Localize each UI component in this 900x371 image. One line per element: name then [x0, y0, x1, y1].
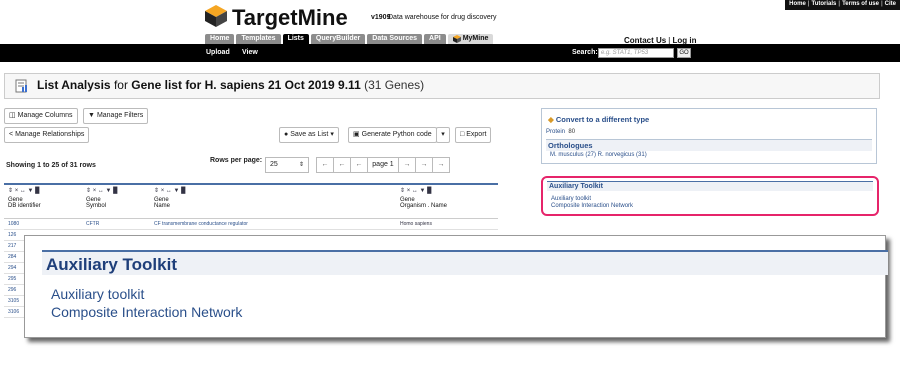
save-as-list-button[interactable]: ● Save as List ▾ — [279, 127, 339, 143]
generate-python-dropdown[interactable]: ▾ — [436, 127, 450, 143]
mymine-icon — [452, 35, 461, 43]
column-controls-icon[interactable]: ⇕ × ↔ ▼ █ — [86, 187, 146, 194]
manage-filters-button[interactable]: ▼ Manage Filters — [83, 108, 149, 124]
manage-filters-label: Manage Filters — [96, 112, 144, 119]
site-header: TargetMine v1909 Data warehouse for drug… — [0, 0, 900, 45]
tab-mymine[interactable]: MyMine — [447, 34, 494, 44]
top-link-home[interactable]: Home — [789, 1, 806, 9]
page-title: List Analysis for Gene list for H. sapie… — [37, 78, 424, 92]
filter-icon: ▼ — [88, 112, 95, 119]
main-tabs: Home Templates Lists QueryBuilder Data S… — [205, 34, 494, 44]
tab-lists[interactable]: Lists — [282, 34, 309, 44]
column-controls-icon[interactable]: ⇕ × ↔ ▼ █ — [154, 187, 392, 194]
manage-relationships-button[interactable]: < Manage Relationships — [4, 127, 90, 143]
save-icon: ● — [284, 131, 289, 138]
caret-down-icon: ▾ — [441, 131, 445, 138]
manage-relationships-label: Manage Relationships — [15, 131, 85, 138]
tab-data-sources[interactable]: Data Sources — [367, 34, 423, 44]
convert-icon: ◆ — [548, 115, 554, 124]
tab-templates[interactable]: Templates — [236, 34, 281, 44]
zoom-composite-network-link[interactable]: Composite Interaction Network — [51, 304, 242, 320]
code-icon: ▣ — [353, 131, 360, 138]
columns-icon: ◫ — [9, 112, 16, 119]
tab-api[interactable]: API — [424, 34, 446, 44]
share-icon: < — [9, 131, 14, 138]
composite-network-link[interactable]: Composite Interaction Network — [551, 203, 633, 209]
top-link-terms[interactable]: Terms of use — [842, 1, 879, 9]
page-indicator: page 1 — [367, 157, 399, 173]
table-cell[interactable]: 1080 — [4, 219, 82, 229]
top-links: Home | Tutorials | Terms of use | Cite — [785, 0, 900, 10]
top-link-cite[interactable]: Cite — [885, 1, 896, 9]
brand-name[interactable]: TargetMine — [232, 5, 348, 31]
pagination: ← ← ← page 1 → → → — [316, 157, 450, 173]
showing-rows: Showing 1 to 25 of 31 rows — [6, 162, 96, 169]
tab-querybuilder[interactable]: QueryBuilder — [310, 34, 366, 44]
table-row: 1080 CFTR CF transmembrane conductance reg… — [4, 219, 498, 230]
subnav-view[interactable]: View — [242, 49, 258, 56]
title-list-name: Gene list for H. sapiens 21 Oct 2019 9.1… — [131, 78, 361, 92]
save-as-list-label: Save as List — [290, 131, 329, 138]
rows-per-page-value: 25 — [270, 161, 278, 168]
rows-per-page-select[interactable]: 25 ⇕ — [265, 157, 309, 173]
targetmine-logo-icon — [205, 5, 227, 27]
aux-toolkit-link[interactable]: Auxiliary toolkit — [551, 196, 591, 202]
subnav-upload[interactable]: Upload — [206, 49, 230, 56]
table-cell[interactable]: CFTR — [82, 219, 150, 229]
export-button[interactable]: □ Export — [455, 127, 492, 143]
title-for: for — [113, 78, 128, 92]
rows-per-page-label: Rows per page: — [210, 157, 263, 164]
page-root: TargetMine v1909 Data warehouse for drug… — [0, 0, 900, 371]
column-header[interactable]: ⇕ × ↔ ▼ █ Gene Organism . Name — [396, 185, 498, 218]
auxiliary-toolkit-panel: Auxiliary Toolkit Auxiliary toolkit Comp… — [541, 176, 879, 216]
list-analysis-icon — [15, 79, 27, 93]
aux-toolkit-title: Auxiliary Toolkit — [547, 181, 873, 191]
orthologues-links[interactable]: M. musculus (27) R. norvegicus (31) — [550, 152, 647, 158]
tagline: Data warehouse for drug discovery — [388, 14, 497, 21]
last-page-icon[interactable]: → — [432, 157, 450, 173]
search-input[interactable]: e.g. STAT1, TP53 — [598, 48, 674, 58]
column-header[interactable]: ⇕ × ↔ ▼ █ Gene Name — [150, 185, 396, 218]
list-analysis-titlebar: List Analysis for Gene list for H. sapie… — [4, 73, 880, 99]
auxiliary-toolkit-zoom: Auxiliary Toolkit Auxiliary toolkit Comp… — [24, 235, 888, 338]
title-count: (31 Genes) — [364, 78, 425, 92]
export-label: Export — [466, 131, 487, 138]
prev-5-icon[interactable]: ← — [333, 157, 351, 173]
convert-protein-link[interactable]: Protein 80 — [546, 129, 575, 135]
table-header: ⇕ × ↔ ▼ █ Gene DB identifier ⇕ × ↔ ▼ █ G… — [4, 185, 498, 219]
select-caret-icon: ⇕ — [298, 162, 304, 168]
tab-home[interactable]: Home — [205, 34, 235, 44]
convert-panel: ◆ Convert to a different type Protein 80… — [541, 108, 877, 164]
export-icon: □ — [460, 131, 465, 138]
orthologues-title: Orthologues — [546, 139, 872, 151]
zoom-aux-toolkit-link[interactable]: Auxiliary toolkit — [51, 286, 144, 302]
column-controls-icon[interactable]: ⇕ × ↔ ▼ █ — [8, 187, 78, 194]
manage-columns-label: Manage Columns — [17, 112, 73, 119]
zoom-aux-title: Auxiliary Toolkit — [42, 250, 888, 275]
search-go-button[interactable]: GO — [677, 48, 691, 58]
convert-title[interactable]: ◆ Convert to a different type — [548, 115, 649, 124]
top-link-tutorials[interactable]: Tutorials — [811, 1, 836, 9]
column-header[interactable]: ⇕ × ↔ ▼ █ Gene DB identifier — [4, 185, 82, 218]
next-page-icon[interactable]: → — [398, 157, 416, 173]
table-cell: Homo sapiens — [400, 221, 432, 227]
manage-columns-button[interactable]: ◫ Manage Columns — [4, 108, 78, 124]
prev-page-icon[interactable]: ← — [350, 157, 368, 173]
generate-python-button[interactable]: ▣ Generate Python code — [348, 127, 437, 143]
search-label: Search: — [572, 49, 598, 56]
sub-navbar: Upload View Search: e.g. STAT1, TP53 GO — [0, 44, 900, 62]
table-cell: CF transmembrane conductance regulator — [154, 221, 248, 227]
column-header[interactable]: ⇕ × ↔ ▼ █ Gene Symbol — [82, 185, 150, 218]
tab-mymine-label: MyMine — [462, 35, 489, 42]
generate-python-label: Generate Python code — [361, 131, 432, 138]
first-page-icon[interactable]: ← — [316, 157, 334, 173]
column-controls-icon[interactable]: ⇕ × ↔ ▼ █ — [400, 187, 494, 194]
next-5-icon[interactable]: → — [415, 157, 433, 173]
title-prefix: List Analysis — [37, 78, 111, 92]
